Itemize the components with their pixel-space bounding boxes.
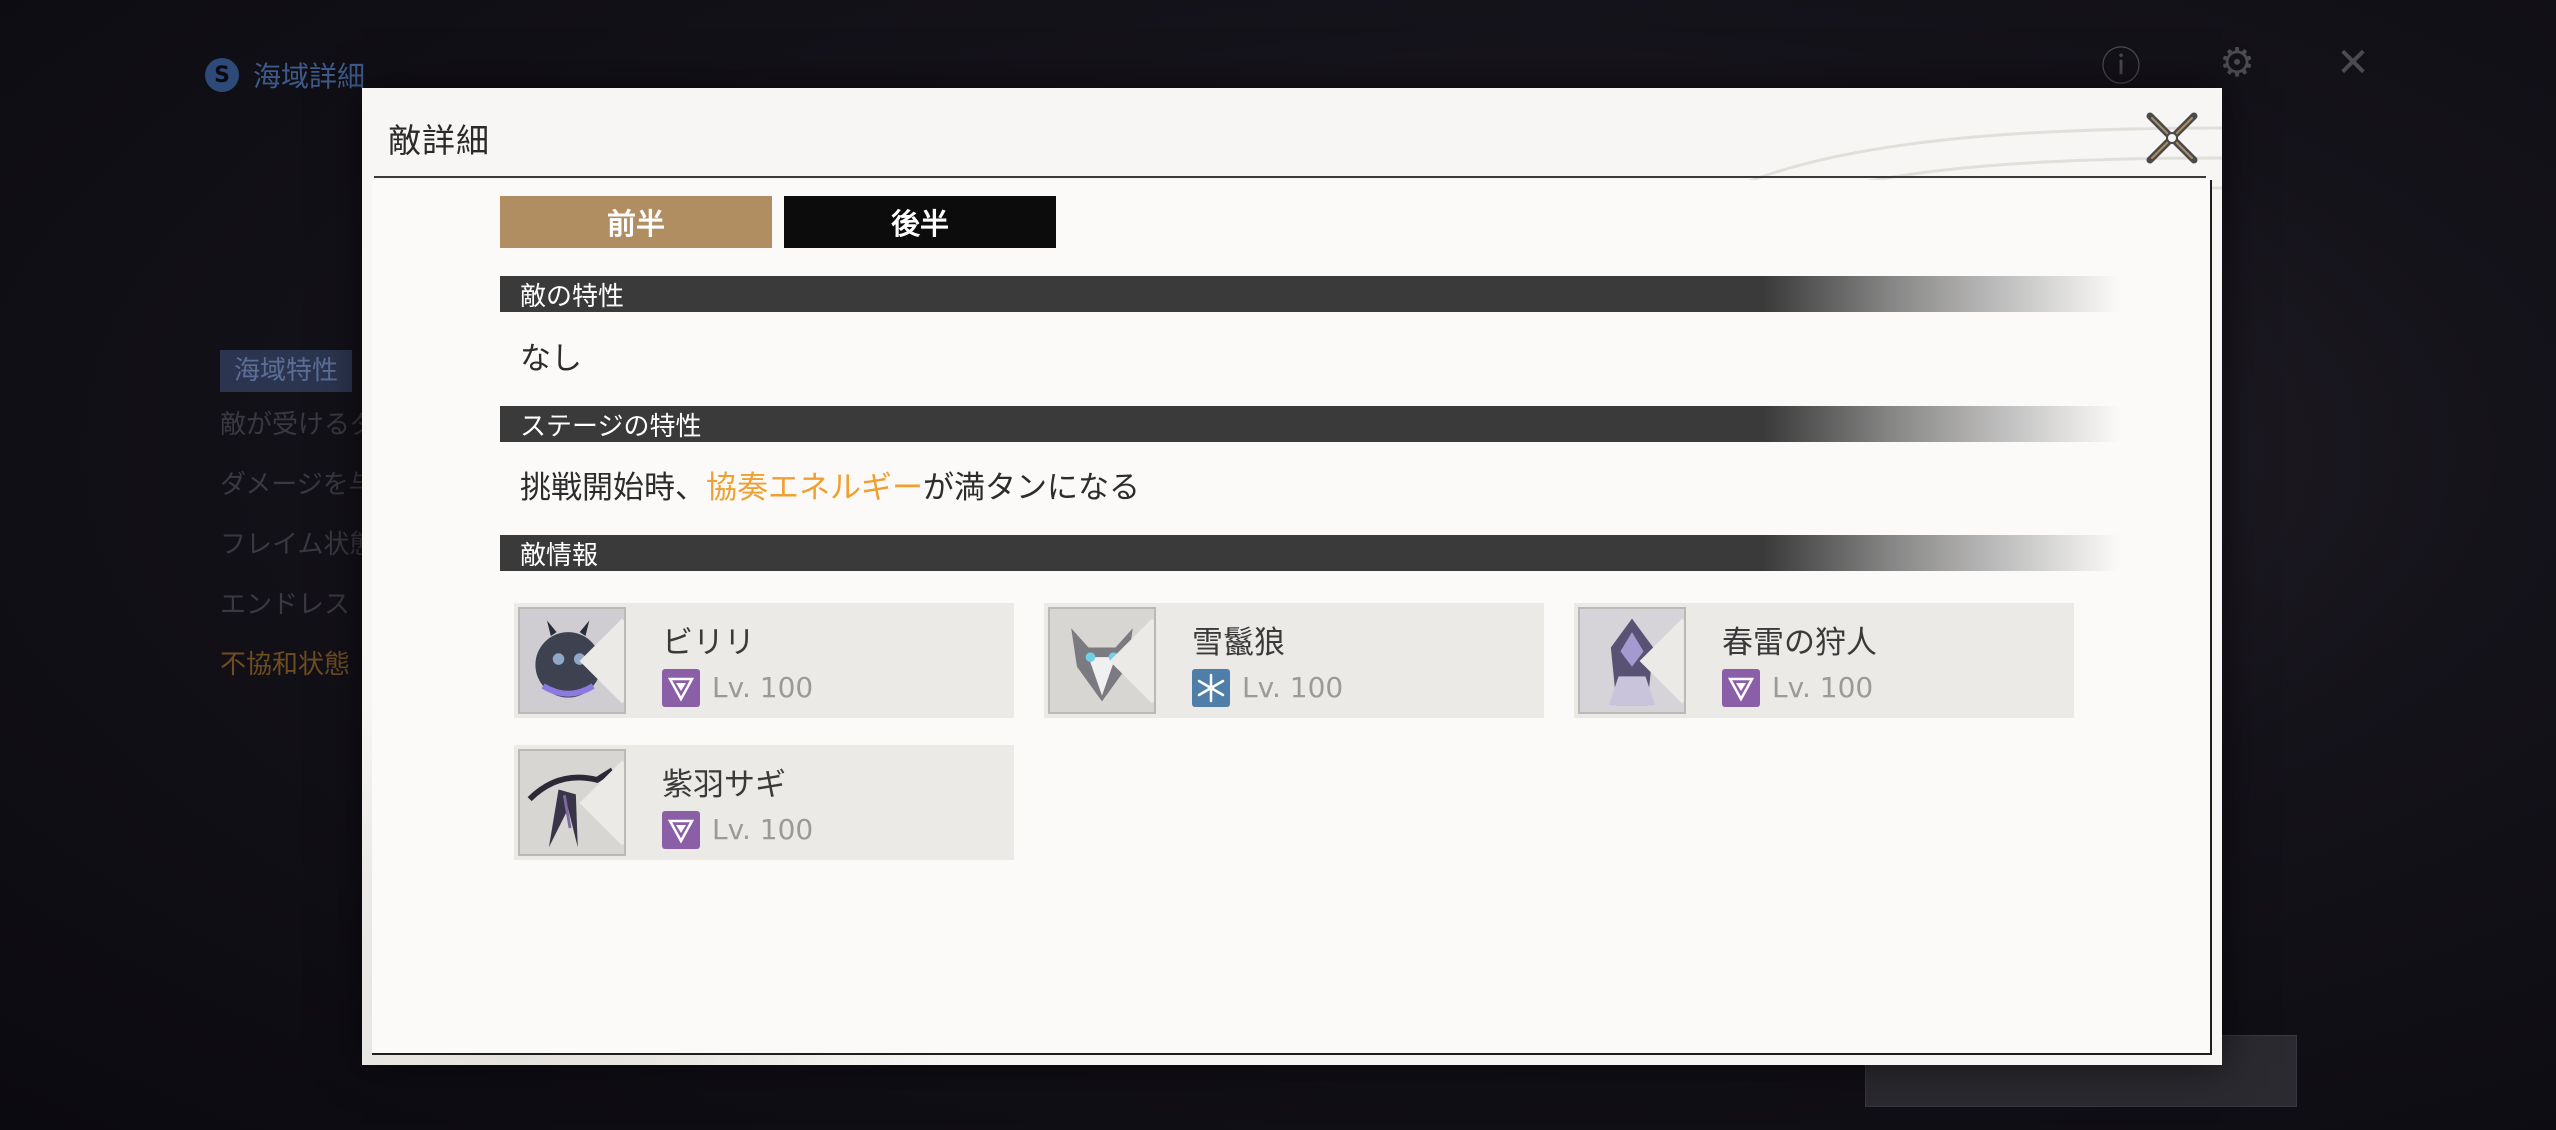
- enemy-detail-modal: 敵詳細 前半 後半 敵の特性 なし ステージの特性 挑戦開始時、協奏エネルギーが…: [362, 88, 2222, 1065]
- bilili-portrait-icon: [520, 609, 624, 712]
- enemy-name: 紫羽サギ: [662, 767, 786, 803]
- enemy-level: Lv. 100: [1242, 671, 1344, 704]
- close-icon[interactable]: [2142, 108, 2202, 168]
- background-panel-chip: 海域特性: [220, 350, 353, 392]
- enemy-portrait: [518, 749, 626, 856]
- game-logo-icon: S: [205, 58, 239, 92]
- enemy-level: Lv. 100: [712, 671, 814, 704]
- enemy-name: 春雷の狩人: [1722, 625, 1877, 661]
- background-header: S 海域詳細: [205, 55, 365, 95]
- purple-heron-portrait-icon: [520, 751, 624, 854]
- tab-first-half[interactable]: 前半: [500, 196, 772, 248]
- info-icon: ⓘ: [2101, 44, 2141, 90]
- enemy-traits-text: なし: [520, 341, 582, 377]
- snow-wolf-portrait-icon: [1050, 609, 1154, 712]
- stage-traits-heading: ステージの特性: [500, 406, 2120, 442]
- enemy-card[interactable]: 雪鬣狼 Lv. 100: [1044, 603, 1544, 718]
- enemy-portrait: [1048, 607, 1156, 714]
- enemy-card[interactable]: 紫羽サギ Lv. 100: [514, 745, 1014, 860]
- enemy-name: 雪鬣狼: [1192, 625, 1285, 661]
- stage-traits-text-after: が満タンになる: [923, 470, 1140, 506]
- enemy-name: ビリリ: [662, 625, 755, 661]
- enemy-portrait: [518, 607, 626, 714]
- enemy-level: Lv. 100: [1772, 671, 1874, 704]
- enemy-traits-heading: 敵の特性: [500, 276, 2120, 312]
- thunder-hunter-portrait-icon: [1580, 609, 1684, 712]
- stage-traits-text: 挑戦開始時、協奏エネルギーが満タンになる: [520, 462, 1140, 507]
- background-title: 海域詳細: [253, 60, 366, 93]
- enemy-card[interactable]: ビリリ Lv. 100: [514, 603, 1014, 718]
- enemy-level: Lv. 100: [712, 813, 814, 846]
- modal-header: 敵詳細: [362, 88, 2222, 178]
- background-top-icons: ⓘ ⚙ ✕: [2098, 40, 2376, 90]
- enemy-portrait: [1578, 607, 1686, 714]
- electro-icon: [1722, 669, 1760, 707]
- settings-icon: ⚙: [2219, 40, 2255, 86]
- modal-title: 敵詳細: [388, 121, 490, 160]
- electro-icon: [662, 669, 700, 707]
- enemy-info-heading: 敵情報: [500, 535, 2120, 571]
- half-tabs: 前半 後半: [500, 196, 1056, 248]
- concerto-energy-keyword: 協奏エネルギー: [706, 470, 923, 506]
- stage-traits-text-before: 挑戦開始時、: [520, 470, 706, 506]
- header-divider: [374, 176, 2206, 178]
- background-close-icon: ✕: [2336, 40, 2370, 86]
- enemy-card[interactable]: 春雷の狩人 Lv. 100: [1574, 603, 2074, 718]
- electro-icon: [662, 811, 700, 849]
- tab-second-half[interactable]: 後半: [784, 196, 1056, 248]
- glacio-icon: [1192, 669, 1230, 707]
